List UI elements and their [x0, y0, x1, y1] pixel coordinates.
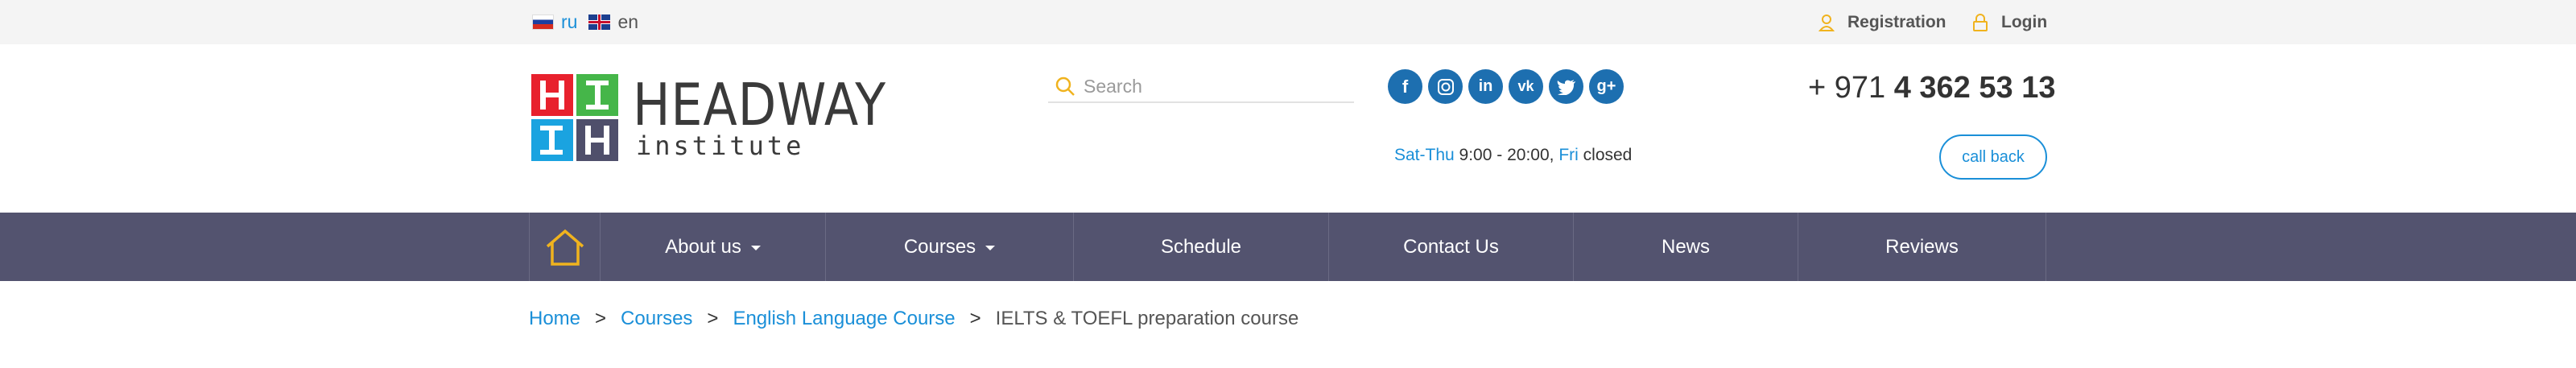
breadcrumb-separator: >: [707, 308, 719, 329]
breadcrumb-english-course[interactable]: English Language Course: [733, 308, 955, 330]
phone-prefix: + 971: [1808, 71, 1886, 105]
nav-home[interactable]: [529, 213, 600, 281]
chevron-down-icon: [985, 246, 996, 250]
lang-en-link[interactable]: en: [617, 11, 638, 33]
hours-closed: closed: [1583, 146, 1633, 164]
top-bar: ru en Registration Login: [0, 0, 2576, 44]
nav-courses[interactable]: Courses: [825, 213, 1073, 281]
page: ru en Registration Login HEADWAY institu…: [0, 0, 2576, 368]
login-link[interactable]: Login: [1972, 0, 2047, 44]
phone-main: 4 362 53 13: [1893, 71, 2056, 105]
registration-label: Registration: [1847, 12, 1946, 31]
nav-reviews[interactable]: Reviews: [1798, 213, 2046, 281]
nav-courses-label: Courses: [903, 235, 976, 258]
nav-contact-us-label: Contact Us: [1403, 235, 1499, 258]
breadcrumb-separator: >: [595, 308, 607, 329]
language-switcher: ru en: [532, 0, 638, 44]
phone-number[interactable]: + 971 4 362 53 13: [1808, 71, 2055, 105]
nav-schedule[interactable]: Schedule: [1073, 213, 1328, 281]
instagram-icon[interactable]: [1428, 69, 1463, 104]
search-input[interactable]: [1084, 75, 1325, 97]
search-box: [1048, 71, 1354, 103]
registration-link[interactable]: Registration: [1818, 0, 1946, 44]
russia-flag-icon[interactable]: [532, 14, 554, 30]
lang-ru-link[interactable]: ru: [561, 11, 577, 33]
breadcrumb: Home > Courses > English Language Course…: [529, 308, 1298, 330]
nav-news[interactable]: News: [1573, 213, 1798, 281]
headway-logo[interactable]: HEADWAY institute: [530, 71, 886, 164]
hours-time: 9:00 - 20:00,: [1459, 146, 1554, 164]
nav-schedule-label: Schedule: [1160, 235, 1242, 258]
breadcrumb-separator: >: [969, 308, 981, 329]
search-icon[interactable]: [1055, 76, 1075, 97]
vk-icon[interactable]: vk: [1509, 69, 1543, 104]
uk-flag-icon[interactable]: [588, 14, 611, 30]
login-label: Login: [2001, 12, 2048, 31]
nav-about-us[interactable]: About us: [600, 213, 825, 281]
google-plus-icon[interactable]: g+: [1589, 69, 1624, 104]
nav-news-label: News: [1661, 235, 1710, 258]
hours-days-weekday: Sat-Thu: [1394, 146, 1455, 164]
nav-reviews-label: Reviews: [1885, 235, 1959, 258]
nav-contact-us[interactable]: Contact Us: [1328, 213, 1573, 281]
facebook-icon[interactable]: f: [1388, 69, 1422, 104]
breadcrumb-home[interactable]: Home: [529, 308, 580, 330]
chevron-down-icon: [750, 246, 761, 250]
logo-sub: institute: [636, 130, 805, 161]
linkedin-icon[interactable]: in: [1468, 69, 1503, 104]
lock-icon: [1973, 13, 1988, 31]
logo-name: HEADWAY: [633, 71, 886, 139]
user-icon: [1818, 14, 1835, 31]
home-icon: [546, 229, 584, 266]
nav-about-us-label: About us: [665, 235, 741, 258]
twitter-icon[interactable]: [1549, 69, 1583, 104]
working-hours: Sat-Thu 9:00 - 20:00, Fri closed: [1394, 146, 1632, 165]
call-back-button[interactable]: call back: [1939, 134, 2047, 180]
hours-days-friday: Fri: [1558, 146, 1579, 164]
breadcrumb-courses[interactable]: Courses: [621, 308, 692, 330]
main-nav: About us Courses Schedule Contact Us New…: [0, 213, 2576, 281]
breadcrumb-current: IELTS & TOEFL preparation course: [995, 308, 1299, 329]
social-links: f in vk g+: [1388, 69, 1624, 104]
